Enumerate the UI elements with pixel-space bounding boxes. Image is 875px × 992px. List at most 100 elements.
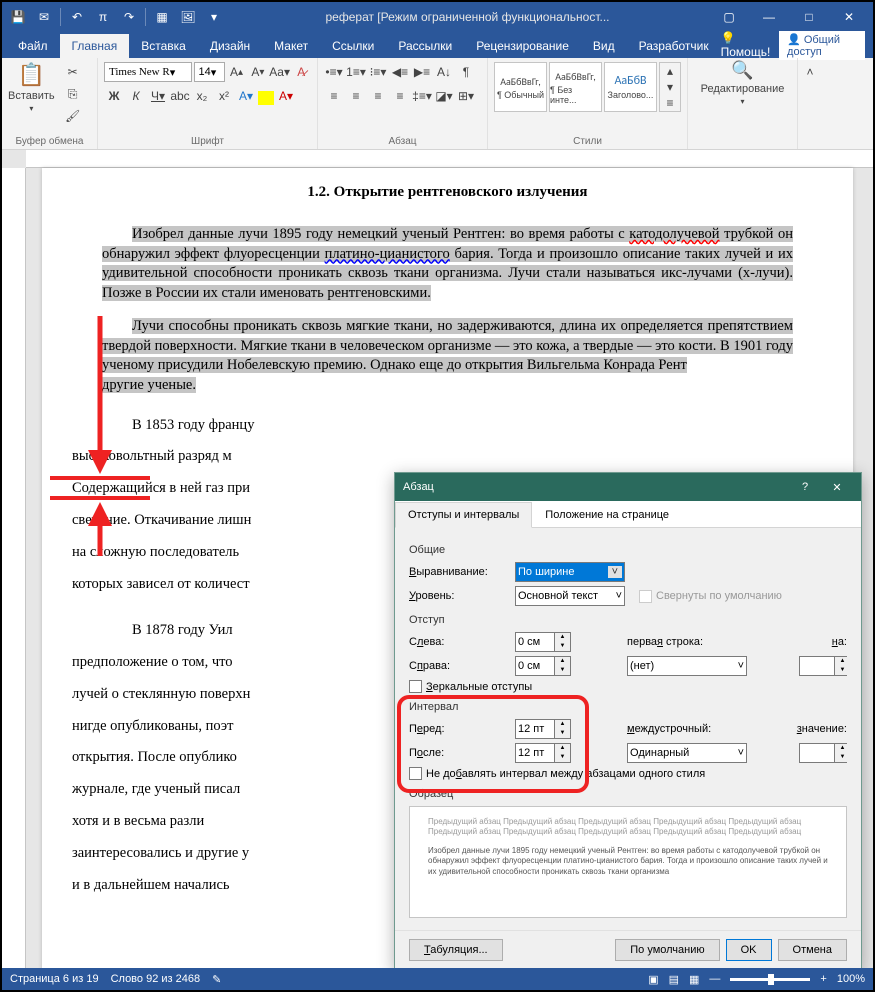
style-heading1[interactable]: АаБбВЗаголово...	[604, 62, 657, 112]
vertical-ruler[interactable]	[2, 168, 26, 970]
email-icon[interactable]: ✉	[32, 5, 56, 29]
horizontal-ruler[interactable]	[26, 150, 873, 168]
tabs-button[interactable]: Табуляция...	[409, 939, 503, 961]
change-case-icon[interactable]: Aa▾	[270, 62, 290, 82]
ok-button[interactable]: OK	[726, 939, 772, 961]
align-right-icon[interactable]: ≡	[368, 86, 388, 106]
minimize-button[interactable]: —	[749, 2, 789, 32]
tab-layout[interactable]: Макет	[262, 34, 320, 58]
indent-right-spinner[interactable]: ▲▼	[515, 656, 571, 676]
qat-dropdown-icon[interactable]: ▾	[202, 5, 226, 29]
tab-review[interactable]: Рецензирование	[464, 34, 581, 58]
sort-icon[interactable]: A↓	[434, 62, 454, 82]
spacing-value-spinner[interactable]: ▲▼	[799, 743, 847, 763]
tab-file[interactable]: Файл	[6, 34, 60, 58]
borders-icon[interactable]: ⊞▾	[456, 86, 476, 106]
tab-design[interactable]: Дизайн	[198, 34, 262, 58]
styles-up-icon[interactable]: ▴	[660, 63, 680, 79]
copy-icon[interactable]: ⎘	[63, 84, 83, 104]
show-marks-icon[interactable]: ¶	[456, 62, 476, 82]
style-nospacing[interactable]: АаБбВвГг,¶ Без инте...	[549, 62, 602, 112]
first-line-select[interactable]: (нет)˅	[627, 656, 747, 676]
mirror-indents-checkbox[interactable]: Зеркальные отступы	[409, 680, 532, 693]
zoom-out-button[interactable]: —	[709, 973, 720, 985]
numbering-icon[interactable]: 1≡▾	[346, 62, 366, 82]
spell-check-icon[interactable]: ✎	[212, 973, 221, 986]
font-color-icon[interactable]: A▾	[276, 86, 296, 106]
decrease-indent-icon[interactable]: ◀≡	[390, 62, 410, 82]
view-web-icon[interactable]: ▦	[689, 973, 699, 986]
close-button[interactable]: ✕	[829, 2, 869, 32]
ribbon-options-icon[interactable]: ▢	[709, 2, 749, 32]
dialog-help-button[interactable]: ?	[789, 473, 821, 501]
format-painter-icon[interactable]: 🖌	[63, 106, 83, 126]
tab-references[interactable]: Ссылки	[320, 34, 386, 58]
view-print-icon[interactable]: ▤	[669, 973, 679, 986]
font-name-combo[interactable]: Times New R ▾	[104, 62, 192, 82]
first-line-by-spinner[interactable]: ▲▼	[799, 656, 847, 676]
strikethrough-button[interactable]: abc	[170, 86, 190, 106]
dialog-close-button[interactable]: ✕	[821, 473, 853, 501]
grow-font-icon[interactable]: A▴	[227, 62, 246, 82]
picture-icon[interactable]: 🖼	[176, 5, 200, 29]
line-spacing-icon[interactable]: ‡≡▾	[412, 86, 432, 106]
spacing-before-spinner[interactable]: ▲▼	[515, 719, 571, 739]
table-icon[interactable]: ▦	[150, 5, 174, 29]
spacing-after-spinner[interactable]: ▲▼	[515, 743, 571, 763]
font-icon[interactable]: π	[91, 5, 115, 29]
redo-icon[interactable]: ↷	[117, 5, 141, 29]
shrink-font-icon[interactable]: A▾	[248, 62, 267, 82]
align-left-icon[interactable]: ≡	[324, 86, 344, 106]
tab-view[interactable]: Вид	[581, 34, 627, 58]
line-spacing-select[interactable]: Одинарный˅	[627, 743, 747, 763]
highlight-icon[interactable]	[258, 91, 274, 105]
styles-gallery[interactable]: АаБбВвГг,¶ Обычный АаБбВвГг,¶ Без инте..…	[494, 62, 681, 112]
undo-icon[interactable]: ↶	[65, 5, 89, 29]
cancel-button[interactable]: Отмена	[778, 939, 847, 961]
collapse-ribbon-icon[interactable]: ˄	[800, 62, 820, 82]
share-button[interactable]: 👤 Общий доступ	[779, 31, 865, 60]
help-button[interactable]: 💡 Помощь!	[721, 31, 773, 59]
underline-button[interactable]: Ч▾	[148, 86, 168, 106]
subscript-button[interactable]: x₂	[192, 86, 212, 106]
default-button[interactable]: По умолчанию	[615, 939, 719, 961]
find-button[interactable]: 🔍 Редактирование ▾	[701, 60, 785, 106]
paste-button[interactable]: 📋 Вставить ▾	[8, 62, 55, 113]
bold-button[interactable]: Ж	[104, 86, 124, 106]
dialog-tab-indents[interactable]: Отступы и интервалы	[395, 502, 532, 528]
multilevel-icon[interactable]: ⁝≡▾	[368, 62, 388, 82]
alignment-select[interactable]: По ширине˅	[515, 562, 625, 582]
styles-more-icon[interactable]: ≡	[660, 95, 680, 111]
zoom-level[interactable]: 100%	[837, 973, 865, 985]
text-effects-icon[interactable]: A▾	[236, 86, 256, 106]
view-read-icon[interactable]: ▣	[648, 973, 658, 986]
superscript-button[interactable]: x²	[214, 86, 234, 106]
bullets-icon[interactable]: •≡▾	[324, 62, 344, 82]
save-icon[interactable]: 💾	[6, 5, 30, 29]
maximize-button[interactable]: □	[789, 2, 829, 32]
page-status[interactable]: Страница 6 из 19	[10, 973, 99, 985]
no-space-same-style-checkbox[interactable]: Не добавлять интервал между абзацами одн…	[409, 767, 705, 780]
increase-indent-icon[interactable]: ▶≡	[412, 62, 432, 82]
justify-icon[interactable]: ≡	[390, 86, 410, 106]
tab-mailings[interactable]: Рассылки	[386, 34, 464, 58]
shading-icon[interactable]: ◪▾	[434, 86, 454, 106]
tab-developer[interactable]: Разработчик	[627, 34, 721, 58]
tab-home[interactable]: Главная	[60, 34, 130, 58]
styles-down-icon[interactable]: ▾	[660, 79, 680, 95]
italic-button[interactable]: К	[126, 86, 146, 106]
align-center-icon[interactable]: ≡	[346, 86, 366, 106]
clear-format-icon[interactable]: A̷	[292, 62, 311, 82]
level-select[interactable]: Основной текст˅	[515, 586, 625, 606]
dialog-titlebar[interactable]: Абзац ? ✕	[395, 473, 861, 501]
cut-icon[interactable]: ✂	[63, 62, 83, 82]
zoom-slider[interactable]	[730, 978, 810, 981]
font-size-combo[interactable]: 14 ▾	[194, 62, 225, 82]
tab-insert[interactable]: Вставка	[129, 34, 198, 58]
indent-left-spinner[interactable]: ▲▼	[515, 632, 571, 652]
style-normal[interactable]: АаБбВвГг,¶ Обычный	[494, 62, 547, 112]
collapse-checkbox[interactable]: Свернуты по умолчанию	[639, 590, 782, 603]
zoom-in-button[interactable]: +	[820, 973, 826, 985]
dialog-tab-position[interactable]: Положение на странице	[532, 502, 682, 528]
word-count[interactable]: Слово 92 из 2468	[111, 973, 201, 985]
